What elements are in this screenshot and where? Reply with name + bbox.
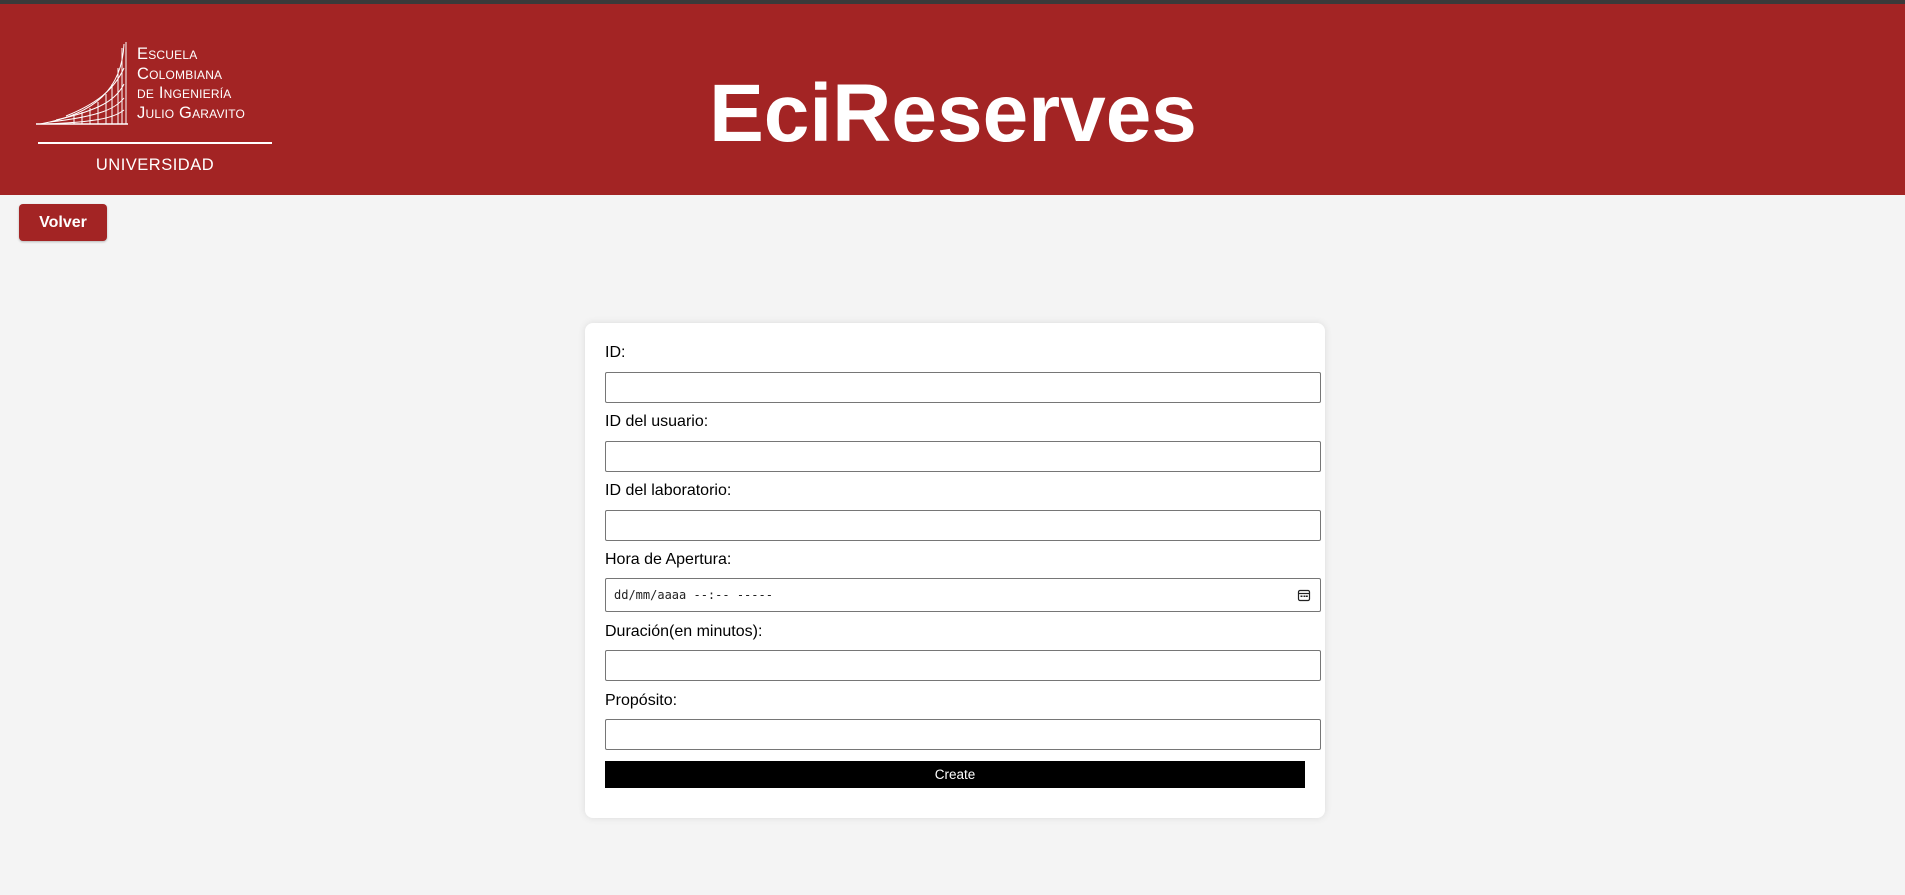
id-input[interactable]: [605, 372, 1321, 403]
back-button[interactable]: Volver: [19, 204, 107, 241]
app-header: Escuela Colombiana de Ingeniería Julio G…: [0, 4, 1905, 195]
opening-time-placeholder: dd/mm/aaaa --:-- -----: [614, 588, 773, 602]
field-label-duration: Duración(en minutos):: [605, 623, 763, 640]
field-label-lab-id: ID del laboratorio:: [605, 482, 732, 499]
page-title: EciReserves: [709, 68, 1197, 159]
lab-id-input[interactable]: [605, 510, 1321, 541]
reservation-form: ID: ID del usuario: ID del laboratorio: …: [585, 323, 1325, 818]
field-label-id: ID:: [605, 344, 626, 361]
logo-line: Escuela: [137, 45, 198, 63]
opening-time-input[interactable]: dd/mm/aaaa --:-- -----: [605, 578, 1321, 612]
purpose-input[interactable]: [605, 719, 1321, 750]
user-id-input[interactable]: [605, 441, 1321, 472]
create-button[interactable]: Create: [605, 761, 1305, 788]
field-label-user-id: ID del usuario:: [605, 413, 709, 430]
calendar-icon[interactable]: [1297, 588, 1311, 602]
field-label-opening-time: Hora de Apertura:: [605, 551, 732, 568]
field-label-purpose: Propósito:: [605, 692, 678, 709]
duration-input[interactable]: [605, 650, 1321, 681]
